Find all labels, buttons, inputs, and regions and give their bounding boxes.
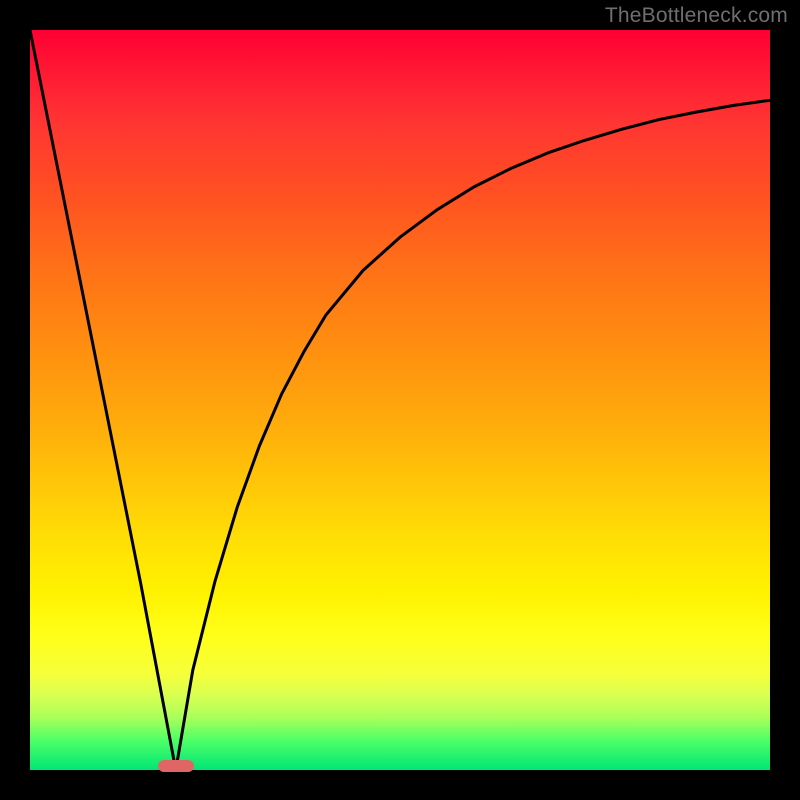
watermark-text: TheBottleneck.com bbox=[605, 4, 788, 28]
chart-curve bbox=[30, 30, 770, 770]
curve-minimum-marker bbox=[158, 760, 194, 772]
chart-frame: TheBottleneck.com bbox=[0, 0, 800, 800]
plot-area bbox=[30, 30, 770, 770]
